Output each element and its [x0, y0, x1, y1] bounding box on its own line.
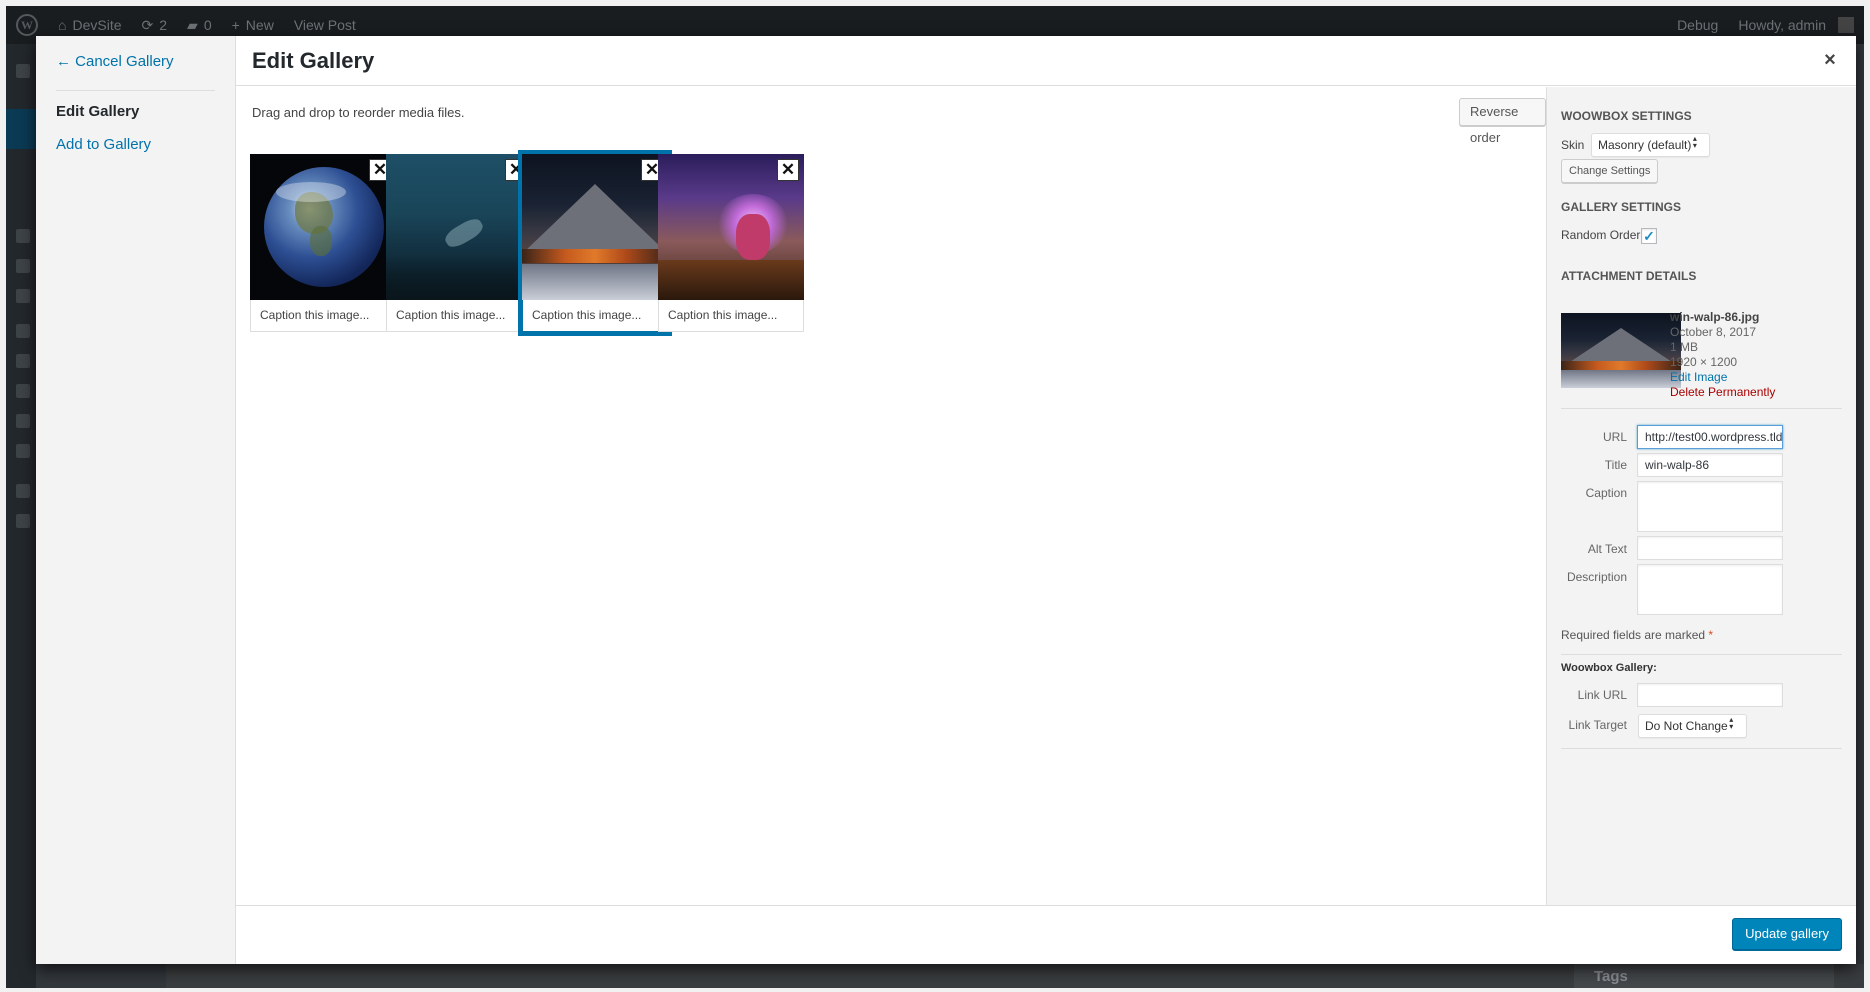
attachment-filename: win-walp-86.jpg — [1670, 310, 1760, 324]
caption-input[interactable]: Caption this image... — [658, 300, 804, 332]
avatar — [1838, 17, 1854, 33]
gallery-settings-heading: GALLERY SETTINGS — [1561, 200, 1682, 214]
caption-input[interactable]: Caption this image... — [386, 300, 532, 332]
pages-icon — [16, 259, 30, 273]
editor-background: Tags — [166, 964, 1864, 988]
required-star: * — [1708, 628, 1714, 642]
menu-separator — [56, 90, 215, 91]
remove-icon[interactable]: ✕ — [777, 159, 799, 181]
gallery-item[interactable]: ✕ Caption this image... — [250, 154, 396, 332]
skin-label: Skin — [1561, 138, 1585, 152]
view-post-label: View Post — [293, 17, 356, 33]
comments-count: 0 — [203, 17, 212, 33]
media-sidebar: WOOWBOX SETTINGS Skin Masonry (default) … — [1546, 87, 1856, 905]
new-label: New — [245, 17, 274, 33]
users-icon — [16, 384, 30, 398]
cancel-gallery-link[interactable]: ← Cancel Gallery — [56, 53, 174, 70]
attachment-details-heading: ATTACHMENT DETAILS — [1561, 269, 1697, 283]
attachment-date: October 8, 2017 — [1670, 325, 1757, 339]
caption-field[interactable] — [1637, 481, 1783, 532]
comments-icon — [16, 289, 30, 303]
modal-toolbar: Update gallery — [236, 905, 1856, 964]
plus-icon: + — [231, 17, 240, 33]
required-fields-note: Required fields are marked * — [1561, 628, 1713, 642]
skin-select[interactable]: Masonry (default) — [1591, 133, 1711, 157]
alt-text-label: Alt Text — [1587, 542, 1627, 556]
divider — [1561, 408, 1842, 409]
plugins-icon — [16, 354, 30, 368]
delete-permanently-link[interactable]: Delete Permanently — [1670, 385, 1775, 400]
menu-item-edit-gallery[interactable]: Edit Gallery — [56, 103, 139, 120]
gallery-item[interactable]: ✕ Caption this image... — [386, 154, 532, 332]
reverse-order-button[interactable]: Reverse order — [1459, 98, 1546, 145]
attachment-thumbnail — [1561, 313, 1681, 388]
random-order-label: Random Order — [1561, 228, 1641, 242]
random-order-checkbox[interactable]: ✓ — [1641, 228, 1657, 244]
link-target-select[interactable]: Do Not Change — [1638, 714, 1747, 738]
attachment-info: win-walp-86.jpg October 8, 2017 1 MB 192… — [1670, 310, 1775, 400]
link-url-field[interactable] — [1637, 683, 1783, 707]
debug-label: Debug — [1677, 17, 1719, 33]
divider — [1561, 654, 1842, 655]
link-target-label: Link Target — [1568, 718, 1627, 732]
caption-label: Caption — [1585, 486, 1627, 500]
howdy-label: Howdy, admin — [1738, 17, 1826, 33]
gallery-content: Drag and drop to reorder media files. Re… — [236, 87, 1546, 905]
gallery-item[interactable]: ✕ Caption this image... — [658, 154, 804, 332]
attachment-dimensions: 1920 × 1200 — [1670, 355, 1738, 369]
update-gallery-button[interactable]: Update gallery — [1732, 918, 1842, 950]
tags-metabox-title: Tags — [1574, 964, 1834, 988]
description-field[interactable] — [1637, 564, 1783, 615]
refresh-icon: ⟳ — [141, 16, 154, 33]
divider — [1561, 748, 1842, 749]
woowbox-gallery-heading: Woowbox Gallery: — [1561, 662, 1657, 674]
title-field[interactable]: win-walp-86 — [1637, 453, 1783, 477]
modal-header: Edit Gallery — [236, 36, 1856, 86]
appearance-icon — [16, 324, 30, 338]
admin-menu — [6, 44, 36, 988]
site-name: DevSite — [72, 17, 122, 33]
woowbox-icon — [16, 484, 30, 498]
wordpress-logo-icon: W — [16, 14, 38, 36]
screen: W ⌂ DevSite ⟳ 2 ▰ 0 + New View Post Debu… — [6, 6, 1864, 988]
posts-menu-active — [6, 109, 36, 149]
description-label: Description — [1566, 570, 1627, 584]
caption-input[interactable]: Caption this image... — [522, 300, 668, 332]
gallery-item-selected[interactable]: ✕ Caption this image... — [518, 150, 672, 336]
menu-item-add-to-gallery[interactable]: Add to Gallery — [56, 136, 151, 153]
comment-icon: ▰ — [187, 16, 198, 33]
url-label: URL — [1602, 430, 1627, 444]
woowbox-settings-heading: WOOWBOX SETTINGS — [1561, 109, 1692, 123]
modal-title: Edit Gallery — [252, 48, 375, 73]
media-icon — [16, 229, 30, 243]
required-note-text: Required fields are marked — [1561, 628, 1706, 642]
attachment-size: 1 MB — [1670, 340, 1699, 354]
dashboard-icon — [16, 64, 30, 78]
url-field[interactable]: http://test00.wordpress.tld/ — [1637, 425, 1783, 449]
tools-icon — [16, 414, 30, 428]
link-url-label: Link URL — [1577, 688, 1627, 702]
media-menu: ← Cancel Gallery Edit Gallery Add to Gal… — [36, 36, 236, 964]
caption-input[interactable]: Caption this image... — [250, 300, 396, 332]
close-icon[interactable]: × — [1818, 48, 1842, 72]
media-modal: ← Cancel Gallery Edit Gallery Add to Gal… — [36, 36, 1856, 964]
home-icon: ⌂ — [58, 17, 67, 33]
settings-icon — [16, 444, 30, 458]
instructions-text: Drag and drop to reorder media files. — [252, 105, 465, 120]
title-label: Title — [1604, 458, 1627, 472]
updates-count: 2 — [159, 17, 168, 33]
change-settings-button[interactable]: Change Settings — [1561, 159, 1659, 183]
edit-image-link[interactable]: Edit Image — [1670, 370, 1775, 385]
collapse-icon — [16, 514, 30, 528]
alt-text-field[interactable] — [1637, 536, 1783, 560]
